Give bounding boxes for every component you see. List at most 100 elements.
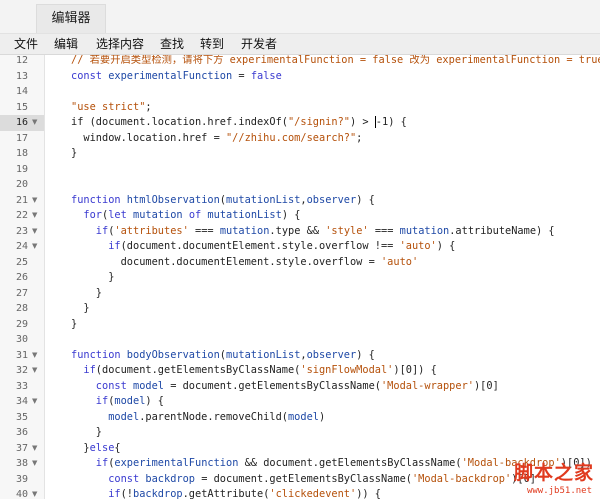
- code-text: const model = document.getElementsByClas…: [96, 379, 499, 395]
- code-text: }: [96, 425, 102, 441]
- code-token: ) {: [281, 209, 301, 221]
- fold-arrow-icon[interactable]: ▼: [32, 456, 37, 472]
- line-number-cell: 18: [0, 146, 44, 162]
- line-number-cell: 35: [0, 410, 44, 426]
- code-token: observer: [306, 193, 357, 206]
- watermark-url: www.jb51.net: [526, 486, 592, 496]
- code-line[interactable]: 28}: [0, 301, 600, 317]
- tab-editor[interactable]: 编辑器: [36, 4, 106, 33]
- code-token: backdrop: [145, 472, 195, 485]
- code-token: )) {: [356, 488, 382, 499]
- fold-arrow-icon[interactable]: ▼: [32, 394, 37, 410]
- code-line[interactable]: 31 ▼ function bodyObservation(mutationList…: [0, 348, 600, 364]
- fold-arrow-icon[interactable]: ▼: [32, 208, 37, 224]
- code-line[interactable]: 12 // 若要开启类型检测，请将下方 experimentalFunction …: [0, 55, 600, 69]
- code-line[interactable]: 37 ▼}else{: [0, 441, 600, 457]
- fold-arrow-icon[interactable]: ▼: [32, 193, 37, 209]
- code-token: function: [71, 193, 127, 206]
- code-line[interactable]: 13 const experimentalFunction = false: [0, 69, 600, 85]
- code-token: let: [108, 209, 134, 221]
- menu-find[interactable]: 查找: [160, 34, 184, 54]
- code-text: }: [83, 301, 89, 317]
- fold-arrow-icon[interactable]: ▼: [32, 441, 37, 457]
- fold-arrow-icon[interactable]: ▼: [32, 363, 37, 379]
- fold-arrow-icon[interactable]: ▼: [32, 487, 37, 499]
- fold-arrow-icon[interactable]: ▼: [32, 115, 37, 131]
- code-text: window.location.href = "//zhihu.com/sear…: [83, 131, 362, 147]
- fold-arrow-icon[interactable]: ▼: [32, 224, 37, 240]
- line-number-cell: 29: [0, 317, 44, 333]
- line-number-cell: 23 ▼: [0, 224, 44, 240]
- code-line[interactable]: 22 ▼ for(let mutation of mutationList) {: [0, 208, 600, 224]
- code-line[interactable]: 19: [0, 162, 600, 178]
- code-token: ) >: [349, 116, 375, 128]
- code-line[interactable]: 34 ▼ if(model) {: [0, 394, 600, 410]
- code-line[interactable]: 20: [0, 177, 600, 193]
- code-token: 'Modal-backdrop': [411, 472, 512, 485]
- code-token: }: [95, 426, 102, 438]
- code-line[interactable]: 16 ▼ if (document.location.href.indexOf("/…: [0, 115, 600, 131]
- menu-developer[interactable]: 开发者: [241, 34, 277, 54]
- menu-edit[interactable]: 编辑: [54, 34, 78, 54]
- code-line[interactable]: 18}: [0, 146, 600, 162]
- code-line[interactable]: 27}: [0, 286, 600, 302]
- menu-selection[interactable]: 选择内容: [96, 34, 144, 54]
- code-line[interactable]: 17 window.location.href = "//zhihu.com/se…: [0, 131, 600, 147]
- menu-goto[interactable]: 转到: [200, 34, 224, 54]
- code-line[interactable]: 29}: [0, 317, 600, 333]
- code-line[interactable]: 35 model.parentNode.removeChild(model): [0, 410, 600, 426]
- code-token: if (document.location.href.indexOf(: [71, 116, 288, 128]
- line-number-cell: 14: [0, 84, 44, 100]
- code-token: ===: [368, 224, 400, 237]
- code-text: const experimentalFunction = false: [71, 69, 282, 85]
- code-line[interactable]: 26}: [0, 270, 600, 286]
- line-number: 22: [15, 210, 28, 221]
- line-number-cell: 30: [0, 332, 44, 348]
- code-token: mutation: [219, 224, 270, 237]
- fold-arrow-icon[interactable]: ▼: [32, 348, 37, 364]
- code-token: if: [108, 488, 121, 499]
- code-token: ) {: [436, 240, 456, 252]
- code-line[interactable]: 24 ▼ if(document.documentElement.style.ove…: [0, 239, 600, 255]
- code-token: "use strict": [71, 100, 146, 113]
- tab-bar: 编辑器: [0, 0, 600, 34]
- code-token: const: [95, 379, 133, 392]
- code-token: 'style': [325, 224, 369, 237]
- code-token: window.location.href =: [83, 131, 226, 144]
- code-token: mutationList: [226, 348, 301, 361]
- code-token: 'signFlowModal': [300, 364, 394, 376]
- code-token: experimentalFunction: [108, 69, 233, 82]
- code-line[interactable]: 30: [0, 332, 600, 348]
- code-token: function: [71, 348, 127, 361]
- code-line[interactable]: 21 ▼ function htmlObservation(mutationList…: [0, 193, 600, 209]
- code-token: ;: [356, 131, 363, 144]
- code-text: function bodyObservation(mutationList,ob…: [71, 348, 375, 364]
- line-number: 35: [15, 411, 28, 423]
- code-line[interactable]: 33 const model = document.getElementsByCl…: [0, 379, 600, 395]
- code-editor[interactable]: 12 // 若要开启类型检测，请将下方 experimentalFunction …: [0, 55, 600, 499]
- code-token: }: [95, 286, 102, 299]
- line-number-cell: 39: [0, 472, 44, 488]
- code-token: 'clickedevent': [269, 488, 357, 499]
- code-line[interactable]: 15 "use strict";: [0, 100, 600, 116]
- code-line[interactable]: 25 document.documentElement.style.overflo…: [0, 255, 600, 271]
- code-line[interactable]: 14: [0, 84, 600, 100]
- code-line[interactable]: 32 ▼ if(document.getElementsByClassName('s…: [0, 363, 600, 379]
- line-number-cell: 40 ▼: [0, 487, 44, 499]
- code-token: ) {: [145, 395, 165, 407]
- menu-file[interactable]: 文件: [14, 34, 38, 54]
- code-token: of: [188, 209, 208, 221]
- code-token: document.documentElement.style.overflow …: [120, 255, 381, 268]
- code-token: if: [95, 224, 109, 237]
- code-token: model: [133, 379, 164, 392]
- code-line[interactable]: 36}: [0, 425, 600, 441]
- line-number-cell: 19: [0, 162, 44, 178]
- fold-arrow-icon[interactable]: ▼: [32, 239, 37, 255]
- code-token: experimentalFunction: [114, 457, 239, 469]
- code-token: mutation: [133, 209, 189, 221]
- code-token: const: [71, 69, 109, 82]
- line-number-cell: 16 ▼: [0, 115, 44, 131]
- line-number: 29: [15, 318, 28, 330]
- code-line[interactable]: 23 ▼ if('attributes' === mutation.type && …: [0, 224, 600, 240]
- code-token: observer: [306, 348, 357, 361]
